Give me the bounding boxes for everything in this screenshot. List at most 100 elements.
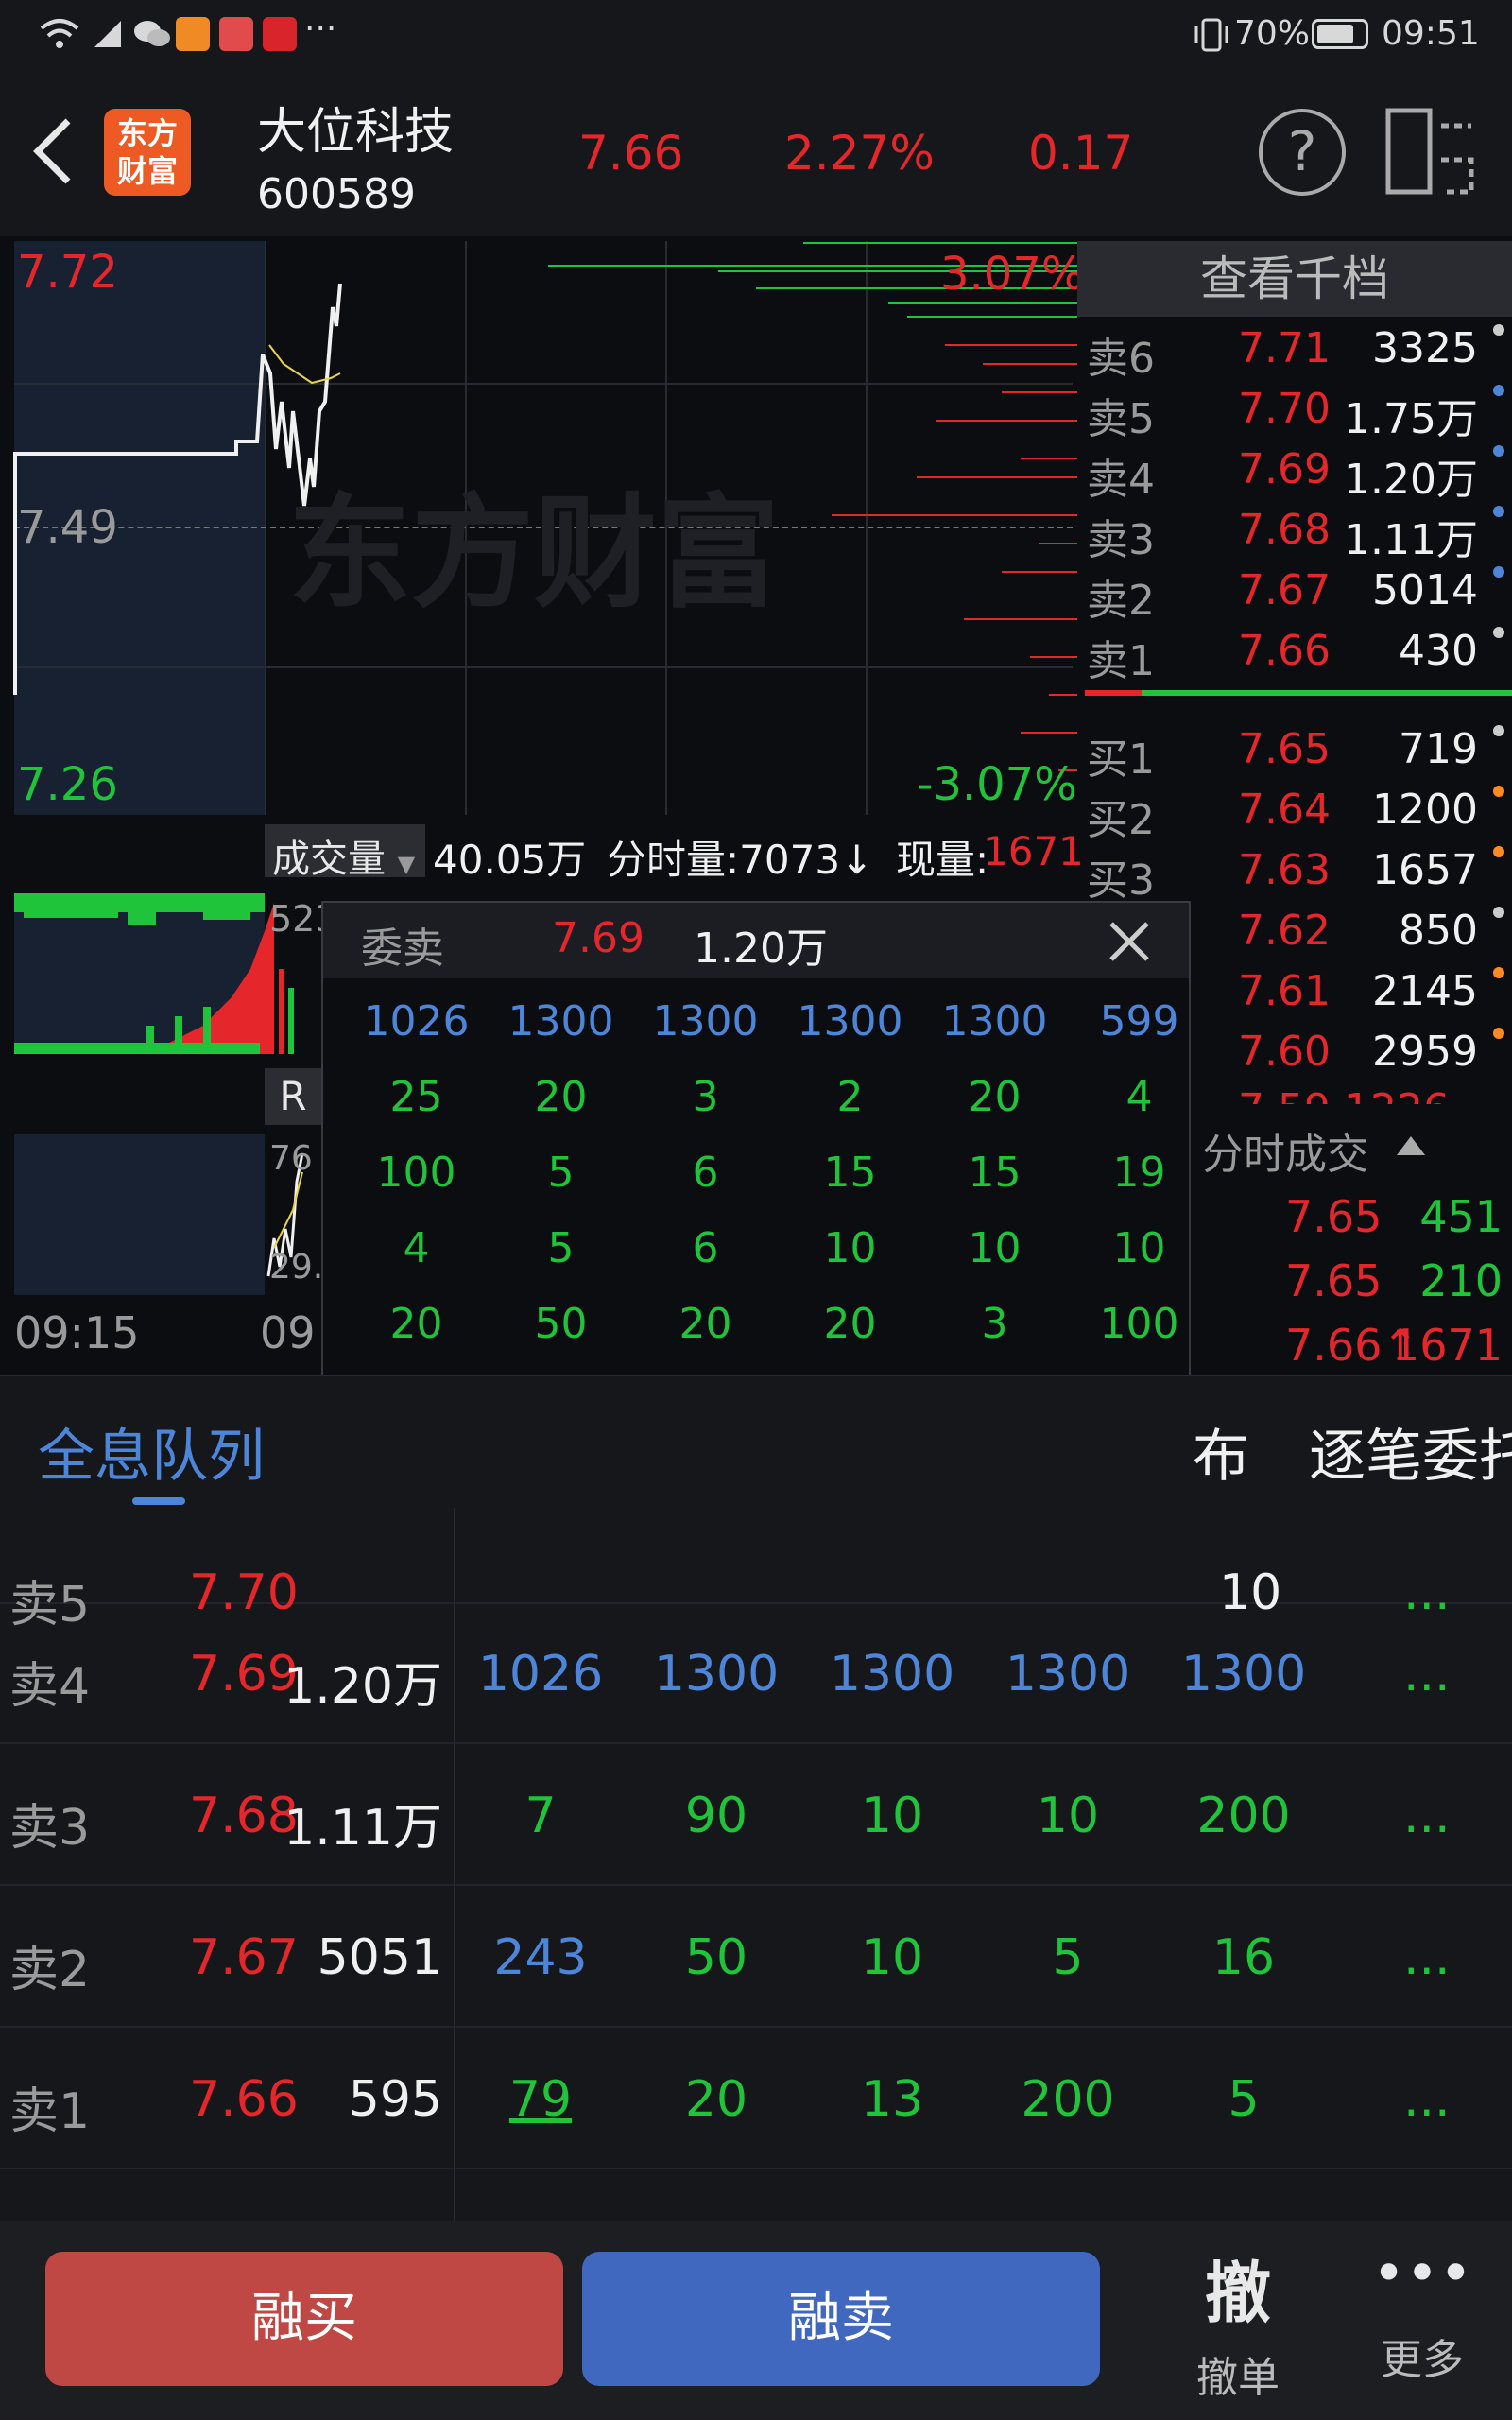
active-tab-indicator [132,1497,185,1505]
order-dot-icon [1493,445,1504,457]
battery-percent: 70% [1234,14,1311,53]
queue-more[interactable]: ... [1403,1788,1451,1844]
queue-price: 7.66 [189,2071,299,2128]
order-dot-icon [1493,907,1504,918]
status-bar: ··· 70% 09:51 [0,0,1512,71]
ask-price: 7.67 [1238,566,1331,614]
indicator-button[interactable]: R [265,1068,321,1125]
stock-name: 大位科技 [257,104,455,161]
queue-more[interactable]: ... [1403,2071,1451,2128]
volume-selector[interactable]: 成交量 ▼ [265,824,425,881]
order-dot-icon [1493,324,1504,336]
bid-partial-row: 7.59 1226 [1238,1085,1512,1104]
queue-row[interactable]: 卖1 7.66 595 79 20 13 200 5... [0,2030,1512,2169]
queue-more[interactable]: ... [1403,1646,1451,1703]
popup-queue-cell: 50 [534,1300,588,1348]
indicator-axis-top: 76 [269,1139,313,1178]
popup-queue-cell: 20 [389,1300,443,1348]
ask-volume: 3325 [1372,324,1478,372]
popup-queue-cell: 10 [968,1224,1022,1272]
more-button[interactable]: ••• 更多 [1347,2240,1498,2411]
depth-bars [548,242,1077,771]
margin-buy-button[interactable]: 融买 [45,2252,563,2386]
current-volume-label: 现量: [896,837,989,883]
cancel-order-button[interactable]: 撤 撤单 [1162,2240,1314,2411]
bid-volume: 2959 [1372,1028,1478,1076]
ask-label: 卖2 [1087,577,1155,625]
bid-volume: 719 [1399,725,1478,773]
stock-code: 600589 [257,170,416,218]
popup-queue-cell: 15 [968,1149,1022,1197]
order-dot-icon [1493,967,1504,978]
trade-row: 7.65 451 [1191,1191,1512,1248]
stock-header: 东方 财富 大位科技 600589 7.66 2.27% 0.17 ? [0,71,1512,236]
wechat-icon [134,21,170,46]
margin-sell-button[interactable]: 融卖 [582,2252,1100,2386]
wifi-icon [40,19,79,48]
cancel-icon: 撤 [1205,2255,1271,2332]
ask-row[interactable]: 卖2 7.67 5014 [1077,566,1512,627]
ask-row[interactable]: 卖4 7.69 1.20万 [1077,445,1512,506]
order-dot-icon [1493,1028,1504,1039]
tab-full-queue[interactable]: 全息队列 [38,1410,265,1493]
chevron-down-icon: ▼ [397,851,416,877]
ask-price: 7.70 [1238,385,1331,433]
queue-row[interactable]: 卖3 7.68 1.11万 7 90 10 10 200... [0,1746,1512,1886]
queue-label: 卖4 [9,1658,91,1715]
ask-volume: 5014 [1372,566,1478,614]
tab-tick-orders[interactable]: 逐笔委托 [1309,1410,1512,1493]
popup-queue-cell: 20 [534,1073,588,1121]
tab-bar: 全息队列 布 逐笔委托 [0,1375,1512,1508]
bid-volume: 1200 [1372,786,1478,834]
back-icon[interactable] [28,113,76,189]
queue-label: 卖1 [9,2083,91,2140]
price-low-label: 7.26 [17,758,118,811]
queue-label: 卖3 [9,1800,91,1857]
vibrate-icon [1194,18,1228,52]
bid-label: 买1 [1087,735,1155,784]
switch-layout-icon[interactable] [1384,107,1479,198]
popup-queue-cell: 1300 [797,997,903,1046]
huawei-icon [219,17,253,51]
caret-up-icon[interactable] [1395,1132,1427,1157]
change-percent: 2.27% [784,126,935,181]
ask-row[interactable]: 卖3 7.68 1.11万 [1077,506,1512,566]
indicator-panel [14,1134,265,1295]
queue-label: 卖2 [9,1942,91,1998]
ask-row[interactable]: 卖1 7.66 430 [1077,627,1512,687]
bid-row[interactable]: 买1 7.65 719 [1077,725,1512,786]
trade-price: 7.65 [1285,1255,1383,1306]
close-icon[interactable] [1108,920,1151,963]
bid-row[interactable]: 买2 7.64 1200 [1077,786,1512,846]
bid-label: 买2 [1087,796,1155,844]
tick-volume: 分时量:7073↓ [607,837,874,883]
queue-more[interactable]: ... [1403,1929,1451,1986]
ask-volume: 1.11万 [1344,516,1478,564]
popup-queue-cell: 6 [692,1224,719,1272]
app-logo: 东方 财富 [104,109,191,196]
bottom-bar: 融买 融卖 撤 撤单 ••• 更多 [0,2221,1512,2420]
queue-row[interactable]: 卖4 7.69 1.20万 1026 1300 1300 1300 1300... [0,1604,1512,1744]
popup-label: 委卖 [361,925,444,973]
view-thousand-levels-button[interactable]: 查看千档 [1077,241,1512,317]
popup-queue-cell: 599 [1099,997,1179,1046]
order-dot-icon [1493,506,1504,517]
help-icon[interactable]: ? [1259,109,1346,196]
queue-price: 7.67 [189,1929,299,1986]
ask-row[interactable]: 卖6 7.71 3325 [1077,324,1512,385]
popup-queue-cell: 2 [836,1073,864,1121]
trade-row: 7.66↑ 1671 [1191,1320,1512,1376]
clock: 09:51 [1382,14,1480,53]
ask-label: 卖5 [1087,395,1155,443]
bid-row[interactable]: 买3 7.63 1657 [1077,846,1512,907]
ask-label: 卖1 [1087,637,1155,685]
bid-price: 7.62 [1238,907,1331,955]
queue-row[interactable]: 卖2 7.67 5051 243 50 10 5 16... [0,1888,1512,2028]
popup-volume: 1.20万 [694,925,828,973]
ask-label: 卖3 [1087,516,1155,564]
popup-queue-cell: 10 [1112,1224,1166,1272]
ask-row[interactable]: 卖5 7.70 1.75万 [1077,385,1512,445]
bid-ask-divider [1085,690,1512,696]
trades-title[interactable]: 分时成交 [1202,1120,1368,1181]
tab-distribution[interactable]: 布 [1193,1410,1249,1493]
